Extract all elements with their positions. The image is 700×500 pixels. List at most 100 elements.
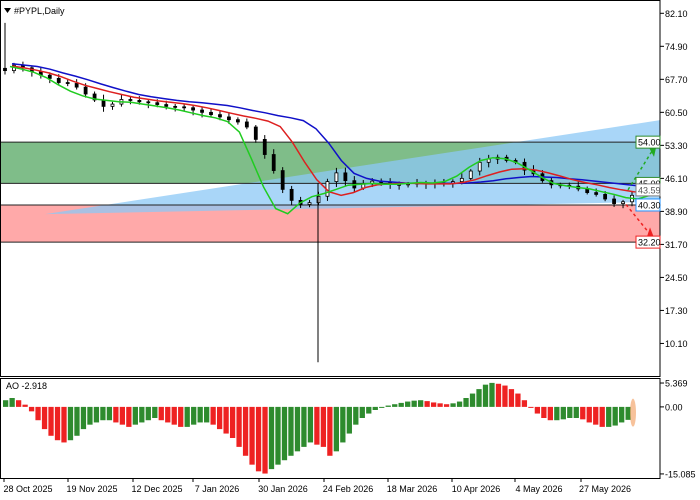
- ao-bar: [229, 406, 236, 438]
- ao-bar: [346, 406, 352, 434]
- candle-body: [182, 106, 187, 109]
- ao-bar: [554, 406, 560, 421]
- ao-bar: [606, 406, 612, 427]
- ao-bar: [249, 406, 255, 465]
- ao-bar: [405, 401, 411, 407]
- candle-body: [191, 107, 196, 111]
- ao-bar: [22, 404, 28, 407]
- ao-bar: [262, 406, 268, 474]
- candle-body: [621, 201, 625, 204]
- ao-bar: [48, 406, 54, 436]
- price-tick-label: 17.30: [665, 306, 688, 316]
- level-label-text: 43.59: [638, 185, 661, 195]
- price-tick-label: 31.70: [665, 240, 688, 250]
- candle-body: [334, 172, 339, 182]
- price-tick-label: 67.70: [665, 75, 688, 85]
- price-tick-label: 46.10: [665, 174, 688, 184]
- ao-bar: [502, 385, 508, 407]
- ao-bar: [80, 406, 87, 430]
- candle-body: [218, 114, 222, 118]
- ao-bar: [113, 406, 119, 423]
- candle-body: [227, 116, 231, 121]
- candle-body: [468, 170, 473, 179]
- price-tick-label: 60.50: [665, 108, 688, 118]
- ao-bar: [139, 406, 145, 423]
- ao-bar: [456, 401, 463, 407]
- ao-bar: [567, 406, 573, 418]
- ao-bar: [145, 406, 151, 421]
- candle-body: [137, 100, 142, 103]
- time-tick-label: 7 Jan 2026: [195, 484, 240, 494]
- ao-bar: [353, 406, 359, 425]
- ao-bar: [476, 389, 482, 407]
- ao-bar: [54, 406, 61, 441]
- ao-bar: [359, 406, 365, 418]
- ao-bar: [67, 406, 74, 441]
- candle-body: [56, 78, 61, 83]
- trading-chart[interactable]: #PYPL,Daily 82.10 74.90 67.70 60.50 53.30 46.1…: [0, 0, 700, 500]
- ao-bar: [100, 406, 106, 421]
- level-label-text: 32.20: [638, 238, 661, 248]
- candle-body: [459, 177, 464, 182]
- ao-bar: [152, 406, 158, 418]
- ao-bar: [340, 406, 346, 443]
- ao-bar: [126, 406, 132, 427]
- candle-body: [209, 111, 213, 116]
- candle-body: [271, 154, 276, 171]
- ao-bar: [223, 406, 229, 434]
- ao-bar: [87, 406, 93, 425]
- candle-body: [235, 119, 240, 123]
- ao-bar: [541, 406, 547, 418]
- dropdown-triangle-icon[interactable]: [4, 8, 11, 13]
- ao-bar: [424, 401, 430, 407]
- candle-body: [146, 101, 151, 104]
- ao-bar: [165, 406, 171, 423]
- ao-bar: [489, 382, 495, 407]
- ao-bar: [61, 406, 67, 443]
- price-tick-label: 74.90: [665, 42, 688, 52]
- ao-bar: [178, 406, 184, 427]
- ao-bar: [392, 404, 398, 407]
- candle-body: [612, 198, 616, 204]
- ao-bar: [593, 406, 599, 425]
- candle-body: [307, 202, 312, 205]
- ao-bar: [242, 406, 249, 456]
- ao-bar: [15, 400, 22, 407]
- ao-bar: [469, 393, 476, 407]
- price-tick-label: 82.10: [665, 9, 688, 19]
- ao-bar: [437, 403, 443, 407]
- time-tick-label: 30 Jan 2026: [258, 484, 308, 494]
- ao-bar: [28, 406, 35, 412]
- ao-bar: [327, 406, 333, 456]
- symbol-title: #PYPL,Daily: [14, 6, 65, 16]
- price-tick-label: 10.10: [665, 339, 688, 349]
- ao-bar: [288, 406, 294, 456]
- ao-bar: [372, 406, 378, 410]
- ao-bar: [294, 406, 301, 452]
- ao-tick-label: -15.085: [665, 469, 696, 479]
- ao-bar: [281, 406, 288, 461]
- ao-tick-label: 5.369: [665, 379, 688, 389]
- ao-bar: [411, 400, 417, 407]
- candle-body: [110, 103, 115, 107]
- time-tick-label: 4 May 2026: [515, 484, 562, 494]
- ao-current-marker: [630, 398, 636, 427]
- candle-body: [253, 126, 258, 140]
- candle-body: [343, 172, 348, 182]
- ao-bar: [3, 400, 9, 407]
- ao-bar: [599, 406, 605, 427]
- level-label-32-20: 32.20: [635, 235, 661, 249]
- ao-bar: [314, 406, 320, 445]
- ao-bar: [333, 406, 339, 452]
- ao-bar: [93, 406, 100, 423]
- ao-bar: [9, 398, 15, 407]
- candle-body: [128, 99, 133, 101]
- ao-bar: [74, 406, 80, 436]
- ao-tick-label: 0.00: [665, 402, 683, 412]
- candle-body: [155, 102, 160, 105]
- candle-body: [262, 138, 267, 155]
- ao-bar: [275, 406, 281, 465]
- ao-bar: [508, 389, 515, 407]
- ao-bar: [573, 406, 579, 418]
- ao-bar: [210, 406, 216, 425]
